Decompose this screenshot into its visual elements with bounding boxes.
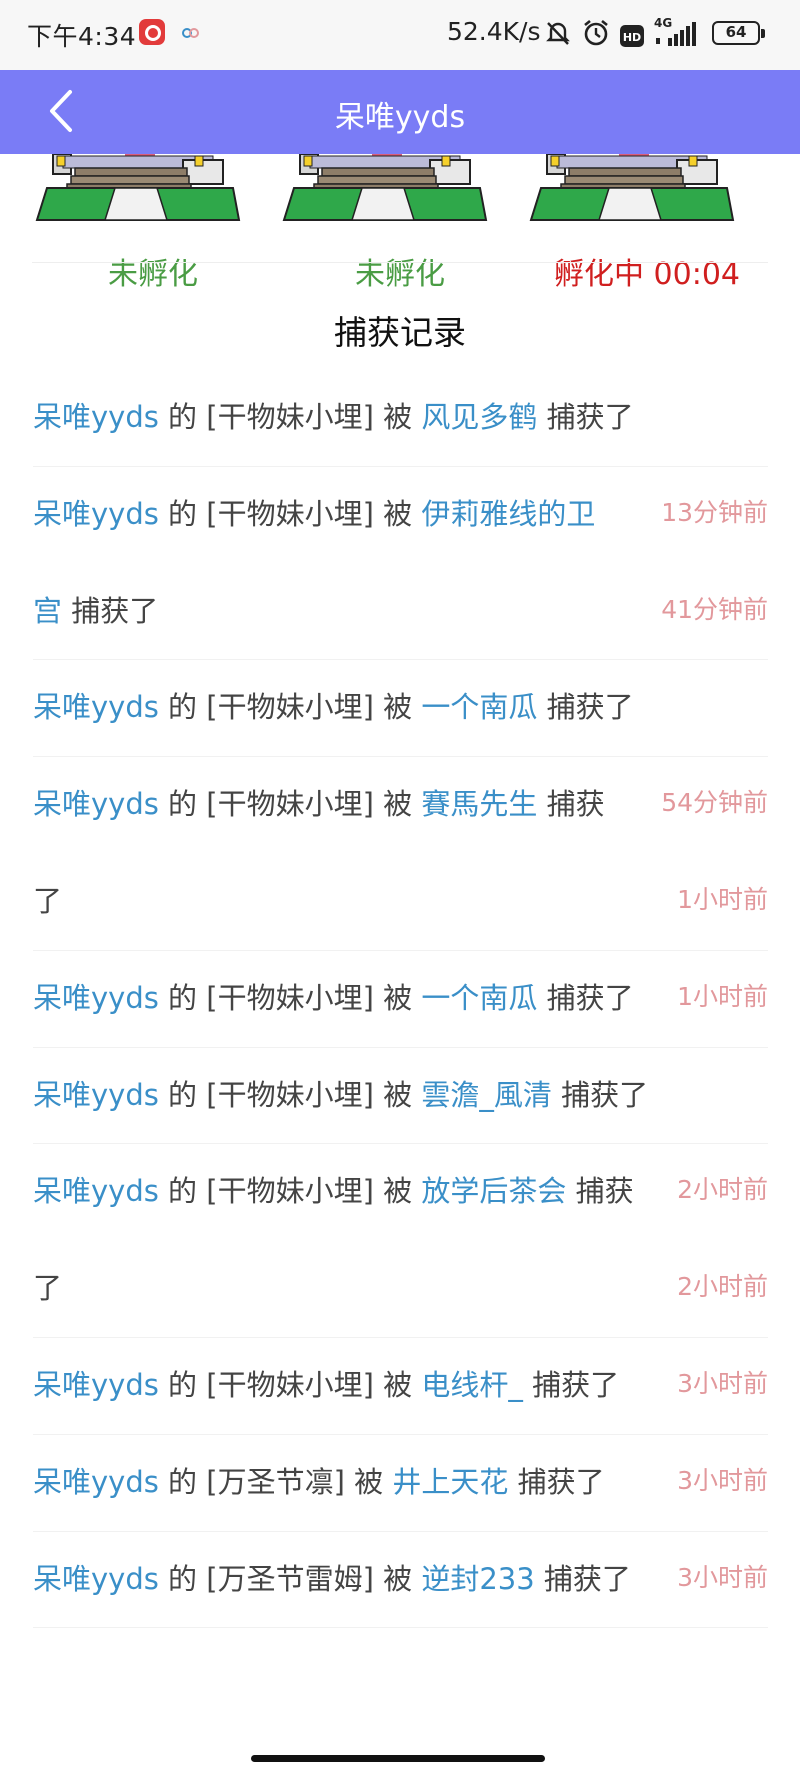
app-header: 呆唯yyds — [0, 70, 800, 154]
timestamp: 1小时前 — [677, 884, 768, 914]
catcher-link[interactable]: 井上天花 — [392, 1465, 508, 1499]
timestamp: 41分钟前 — [661, 594, 768, 624]
item-name: [干物妹小埋] — [206, 400, 374, 434]
home-indicator[interactable] — [251, 1755, 545, 1762]
egg-slot-2[interactable]: 未孵化 — [280, 154, 520, 292]
owner-link[interactable]: 呆唯yyds — [33, 1465, 159, 1499]
item-name: [万圣节凛] — [206, 1464, 345, 1499]
clock: 下午4:34 — [27, 22, 137, 51]
page-title: 呆唯yyds — [334, 100, 466, 135]
nest-image — [282, 154, 488, 221]
item-name: [干物妹小埋] — [206, 496, 374, 531]
item-name: [万圣节雷姆] — [206, 1561, 374, 1596]
timestamp: 3小时前 — [677, 1465, 768, 1495]
owner-link[interactable]: 呆唯yyds — [33, 1562, 159, 1596]
list-item[interactable]: 呆唯yyds 的 [干物妹小埋] 被 放学后茶会 捕获 2小时前 — [33, 1144, 768, 1241]
catcher-link[interactable]: 放学后茶会 — [421, 1174, 566, 1208]
timestamp: 2小时前 — [677, 1175, 768, 1205]
timestamp: 1小时前 — [677, 981, 768, 1011]
mute-bell-icon — [546, 22, 570, 45]
owner-link[interactable]: 呆唯yyds — [33, 1174, 159, 1208]
timestamp: 54分钟前 — [661, 788, 768, 818]
owner-link[interactable]: 呆唯yyds — [33, 981, 159, 1015]
egg-slot-3[interactable]: 孵化中 00:04 — [527, 154, 767, 292]
catcher-link[interactable]: 賽馬先生 — [421, 787, 537, 821]
list-item[interactable]: 呆唯yyds 的 [干物妹小埋] 被 电线杆_ 捕获了 3小时前 — [33, 1338, 768, 1435]
catcher-link[interactable]: 电线杆_ — [421, 1368, 523, 1402]
catcher-link[interactable]: 逆封233 — [421, 1562, 534, 1596]
section-title: 捕获记录 — [334, 313, 466, 352]
network-speed: 52.4K/s — [447, 17, 541, 46]
owner-link[interactable]: 呆唯yyds — [33, 1078, 159, 1112]
catcher-link[interactable]: 一个南瓜 — [421, 690, 537, 724]
list-item[interactable]: 呆唯yyds 的 [干物妹小埋] 被 一个南瓜 捕获了 — [33, 660, 768, 758]
egg-row: 未孵化 未孵化 孵化中 00:04 — [0, 154, 800, 292]
catcher-link[interactable]: 宫 — [33, 594, 62, 628]
egg-status: 孵化中 00:04 — [554, 257, 740, 292]
item-name: [干物妹小埋] — [206, 1077, 374, 1112]
list-item[interactable]: 呆唯yyds 的 [干物妹小埋] 被 賽馬先生 捕获 54分钟前 — [33, 757, 768, 854]
list-item[interactable]: 呆唯yyds 的 [万圣节凛] 被 井上天花 捕获了 3小时前 — [33, 1435, 768, 1532]
owner-link[interactable]: 呆唯yyds — [33, 690, 159, 724]
catcher-link[interactable]: 一个南瓜 — [421, 981, 537, 1015]
timestamp: 3小时前 — [677, 1562, 768, 1592]
capture-record-list: 呆唯yyds 的 [干物妹小埋] 被 风见多鹤 捕获了 呆唯yyds 的 [干物… — [33, 370, 768, 1629]
egg-status: 未孵化 — [355, 257, 445, 292]
list-item[interactable]: 呆唯yyds 的 [干物妹小埋] 被 雲澹_風清 捕获了 — [33, 1048, 768, 1145]
battery-icon: 64 — [712, 21, 765, 45]
list-item[interactable]: 呆唯yyds 的 [干物妹小埋] 被 伊莉雅线的卫 13分钟前 — [33, 467, 768, 564]
divider — [32, 262, 768, 263]
item-name: [干物妹小埋] — [206, 690, 374, 725]
list-item-continued[interactable]: 了 1小时前 — [33, 854, 768, 951]
owner-link[interactable]: 呆唯yyds — [33, 497, 159, 531]
signal-icon — [656, 22, 696, 46]
hd-icon: HD — [620, 25, 644, 47]
item-name: [干物妹小埋] — [206, 980, 374, 1015]
catcher-link[interactable]: 伊莉雅线的卫 — [421, 497, 595, 531]
netease-music-icon — [139, 19, 165, 45]
catcher-link[interactable]: 雲澹_風清 — [421, 1078, 552, 1112]
nest-image — [529, 154, 735, 221]
list-item[interactable]: 呆唯yyds 的 [干物妹小埋] 被 风见多鹤 捕获了 — [33, 370, 768, 467]
cloud-app-icon — [182, 28, 199, 38]
list-item[interactable]: 呆唯yyds 的 [万圣节雷姆] 被 逆封233 捕获了 3小时前 — [33, 1532, 768, 1629]
timestamp: 2小时前 — [677, 1272, 768, 1302]
timestamp: 3小时前 — [677, 1368, 768, 1398]
owner-link[interactable]: 呆唯yyds — [33, 787, 159, 821]
status-bar: 下午4:34 52.4K/s HD 4G 64 — [0, 0, 800, 70]
list-item[interactable]: 呆唯yyds 的 [干物妹小埋] 被 一个南瓜 捕获了 1小时前 — [33, 951, 768, 1048]
item-name: [干物妹小埋] — [206, 1367, 374, 1402]
list-item-continued[interactable]: 宫 捕获了 41分钟前 — [33, 564, 768, 661]
owner-link[interactable]: 呆唯yyds — [33, 1368, 159, 1402]
svg-text:HD: HD — [623, 31, 641, 44]
timestamp: 13分钟前 — [661, 497, 768, 527]
egg-status: 未孵化 — [108, 257, 198, 292]
owner-link[interactable]: 呆唯yyds — [33, 400, 159, 434]
egg-slot-1[interactable]: 未孵化 — [33, 154, 273, 292]
alarm-icon — [584, 19, 608, 46]
item-name: [干物妹小埋] — [206, 787, 374, 822]
catcher-link[interactable]: 风见多鹤 — [421, 400, 537, 434]
item-name: [干物妹小埋] — [206, 1174, 374, 1209]
list-item-continued[interactable]: 了 2小时前 — [33, 1241, 768, 1338]
nest-image — [35, 154, 241, 221]
